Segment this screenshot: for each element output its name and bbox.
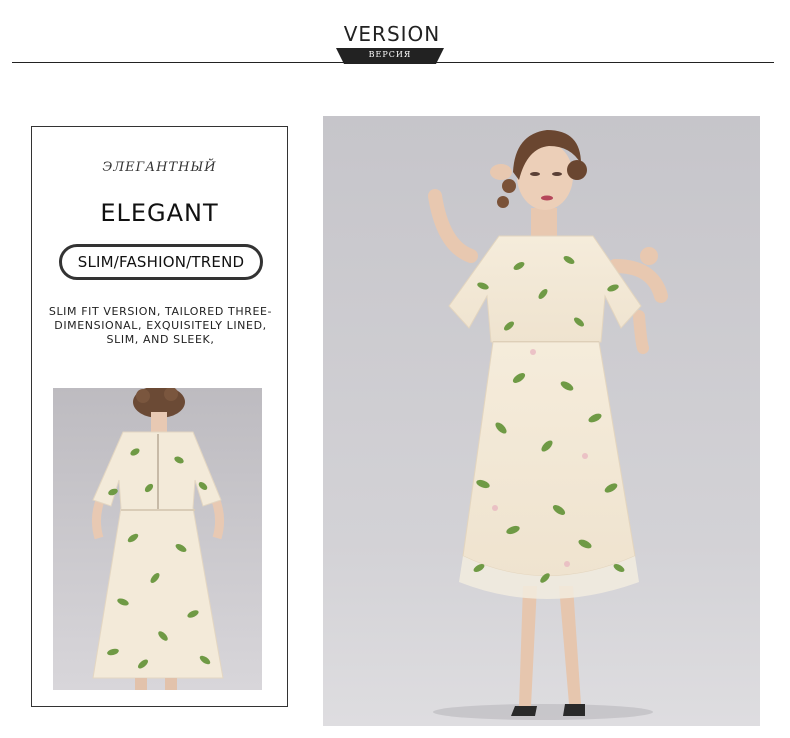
info-card: ЭЛЕГАНТНЫЙ ELEGANT SLIM/FASHION/TREND SL… [31,126,288,707]
description-line: SLIM, AND SLEEK, [106,333,215,346]
tagline-pill: SLIM/FASHION/TREND [59,244,263,280]
headline: ELEGANT [100,199,219,227]
section-subtitle: ВЕРСИЯ [368,50,412,59]
description: SLIM FIT VERSION, TAILORED THREE- DIMENS… [40,305,281,347]
description-line: DIMENSIONAL, EXQUISITELY LINED, [54,319,267,332]
description-line: SLIM FIT VERSION, TAILORED THREE- [48,305,273,318]
tagline-text: SLIM/FASHION/TREND [77,253,245,271]
front-view-photo [323,116,760,726]
kicker-text: ЭЛЕГАНТНЫЙ [102,160,217,175]
back-view-photo [53,388,262,690]
section-title: VERSION [343,22,441,46]
section-subtitle-tab: ВЕРСИЯ [336,48,444,64]
